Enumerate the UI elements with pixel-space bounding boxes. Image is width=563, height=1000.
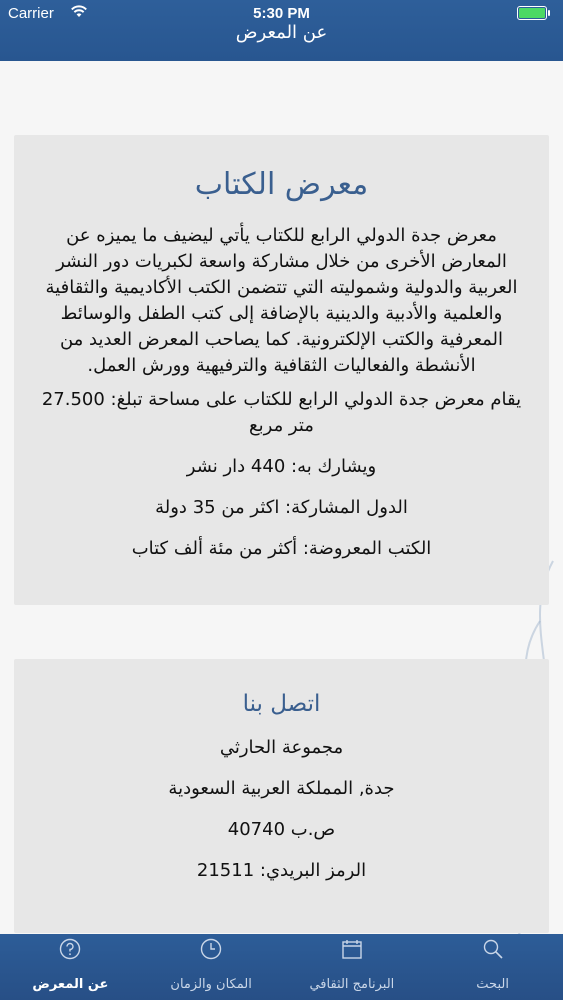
- clock-icon: [141, 938, 282, 960]
- tab-place-time[interactable]: المكان والزمان: [141, 934, 282, 1000]
- tab-search[interactable]: البحث: [422, 934, 563, 1000]
- status-time: 5:30 PM: [253, 5, 310, 22]
- navigation-header: Carrier 5:30 PM عن المعرض: [0, 0, 563, 61]
- tab-about[interactable]: عن المعرض: [0, 934, 141, 1000]
- question-circle-icon: [0, 938, 141, 960]
- contact-company: مجموعة الحارثي: [219, 737, 344, 758]
- contact-us-card: اتصل بنا مجموعة الحارثي جدة, المملكة الع…: [14, 659, 549, 933]
- exhibition-area: يقام معرض جدة الدولي الرابع للكتاب على م…: [41, 389, 522, 436]
- tab-bar: عن المعرض المكان والزمان البرنامج الثقاف…: [0, 934, 563, 1000]
- search-icon: [422, 938, 563, 960]
- contact-card-title: اتصل بنا: [242, 691, 321, 717]
- contact-po-box: ص.ب 40740: [227, 819, 336, 840]
- tab-about-label: عن المعرض: [32, 977, 109, 992]
- books-count: الكتب المعروضة: أكثر من مئة ألف كتاب: [131, 538, 432, 559]
- contact-city: جدة, المملكة العربية السعودية: [168, 778, 395, 799]
- participating-countries: الدول المشاركة: اكثر من 35 دولة: [155, 497, 408, 518]
- contact-postal-code: الرمز البريدي: 21511: [196, 860, 367, 881]
- calendar-icon: [282, 938, 423, 960]
- publishers-count: ويشارك به: 440 دار نشر: [186, 456, 377, 477]
- about-card-title: معرض الكتاب: [194, 167, 369, 202]
- tab-search-label: البحث: [476, 977, 509, 992]
- about-exhibition-card: معرض الكتاب معرض جدة الدولي الرابع للكتا…: [14, 135, 549, 605]
- about-description: معرض جدة الدولي الرابع للكتاب يأتي ليضيف…: [45, 225, 518, 376]
- tab-place-time-label: المكان والزمان: [170, 977, 252, 992]
- tab-cultural-program-label: البرنامج الثقافي: [309, 977, 395, 992]
- page-title: عن المعرض: [235, 22, 328, 43]
- tab-cultural-program[interactable]: البرنامج الثقافي: [282, 934, 423, 1000]
- battery-icon: [517, 6, 550, 20]
